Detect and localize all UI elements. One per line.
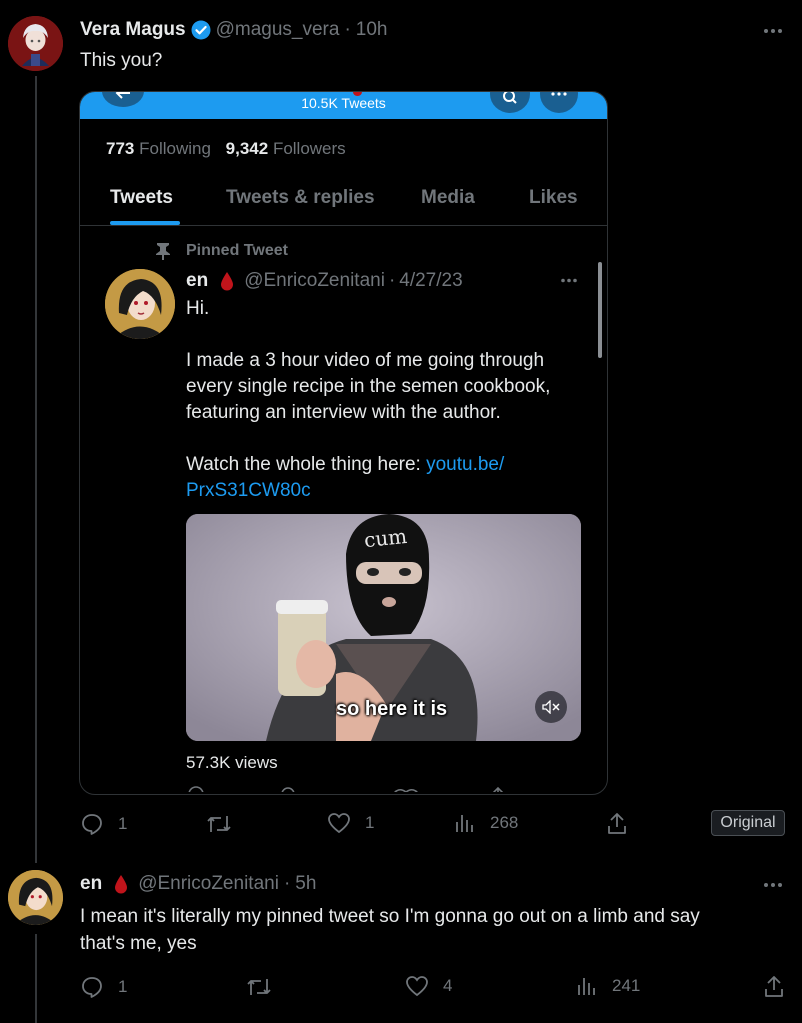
more-options-icon[interactable] [763, 28, 783, 34]
verified-badge-icon [191, 20, 211, 40]
separator-dot: · [283, 873, 291, 894]
views-button[interactable]: 268 [454, 812, 518, 834]
reply-button[interactable]: 1 [80, 812, 127, 836]
inner-tweet-body: Hi. I made a 3 hour video of me going th… [186, 296, 550, 504]
watch-text: Watch the whole thing here: [186, 454, 427, 475]
tweet1-header: Vera Magus @magus_vera · 10h [80, 18, 387, 42]
share-button[interactable] [606, 812, 628, 836]
reply-count: 1 [118, 977, 128, 996]
more-options-icon[interactable] [763, 882, 783, 888]
original-button[interactable]: Original [711, 810, 785, 836]
like-button[interactable]: 4 [405, 975, 452, 997]
en-avatar[interactable] [8, 870, 63, 925]
following-label[interactable]: Following [139, 139, 211, 158]
tab-media[interactable]: Media [421, 187, 475, 209]
blood-drop-icon [220, 271, 234, 291]
tweet2-text: I mean it's literally my pinned tweet so… [80, 903, 700, 957]
followers-count[interactable]: 9,342 [226, 139, 269, 158]
vera-avatar[interactable] [8, 16, 63, 71]
separator-dot: · [344, 19, 351, 40]
like-button[interactable]: 1 [327, 812, 374, 834]
body-line: Watch the whole thing here: youtu.be/ [186, 452, 550, 478]
inner-tweet-date[interactable]: 4/27/23 [399, 270, 462, 292]
separator-dot: · [388, 270, 396, 291]
tweet-time[interactable]: 10h [356, 19, 388, 41]
tweet-time[interactable]: 5h [295, 873, 316, 895]
inner-more-icon[interactable] [560, 278, 578, 283]
following-count[interactable]: 773 [106, 139, 134, 158]
video-link-cont[interactable]: PrxS31CW80c [186, 478, 550, 504]
tab-tweets-replies[interactable]: Tweets & replies [226, 187, 375, 209]
author-name[interactable]: Vera Magus [80, 19, 186, 41]
views-button[interactable]: 241 [576, 975, 640, 997]
en-avatar-inner[interactable] [105, 269, 175, 339]
author-handle[interactable]: @magus_vera [216, 19, 340, 41]
pin-icon [153, 242, 173, 260]
like-count: 4 [443, 976, 453, 995]
thread-line [35, 76, 37, 863]
reply-count: 1 [118, 814, 128, 833]
views-count: 268 [490, 813, 519, 832]
retweet-button[interactable] [246, 976, 272, 998]
body-line: every single recipe in the semen cookboo… [186, 376, 551, 397]
profile-header-bar: 10.5K Tweets [80, 92, 607, 119]
author-name[interactable]: en [80, 873, 102, 895]
reply-button[interactable]: 1 [80, 975, 127, 999]
tweet2-header: en @EnricoZenitani · 5h [80, 872, 316, 896]
like-count: 1 [365, 813, 375, 832]
video-player[interactable]: cum so here it is [186, 514, 581, 741]
inner-author-name[interactable]: en [186, 270, 208, 292]
tab-tweets[interactable]: Tweets [110, 187, 173, 209]
tweet2-line: that's me, yes [80, 933, 197, 954]
pinned-label: Pinned Tweet [186, 242, 288, 259]
tabs-divider [80, 225, 607, 226]
video-link[interactable]: youtu.be/ [426, 454, 504, 475]
follow-stats: 773 Following 9,342 Followers [106, 139, 346, 159]
tweet2-line: I mean it's literally my pinned tweet so… [80, 906, 700, 927]
body-line: I made a 3 hour video of me going throug… [186, 350, 545, 371]
retweet-button[interactable] [206, 813, 232, 835]
body-line: featuring an interview with the author. [186, 402, 501, 423]
tweet1-text: This you? [80, 50, 163, 71]
mask-text: cum [362, 523, 409, 553]
scrollbar[interactable] [598, 262, 602, 358]
video-caption: so here it is [336, 698, 448, 720]
inner-actions-clipped [186, 784, 506, 792]
share-button[interactable] [763, 975, 785, 999]
blood-drop-icon [114, 874, 128, 894]
inner-tweet-header: en @EnricoZenitani · 4/27/23 [186, 269, 463, 293]
thread-line-bottom [35, 934, 37, 1023]
followers-label[interactable]: Followers [273, 139, 346, 158]
video-views: 57.3K views [186, 753, 278, 772]
author-handle[interactable]: @EnricoZenitani [138, 873, 279, 895]
views-count: 241 [612, 976, 641, 995]
inner-author-handle[interactable]: @EnricoZenitani [244, 270, 385, 292]
tab-likes[interactable]: Likes [529, 187, 578, 209]
body-line: Hi. [186, 298, 210, 319]
mute-button[interactable] [535, 691, 567, 723]
embedded-screenshot[interactable]: 10.5K Tweets 773 Following 9,342 Followe… [79, 91, 608, 795]
